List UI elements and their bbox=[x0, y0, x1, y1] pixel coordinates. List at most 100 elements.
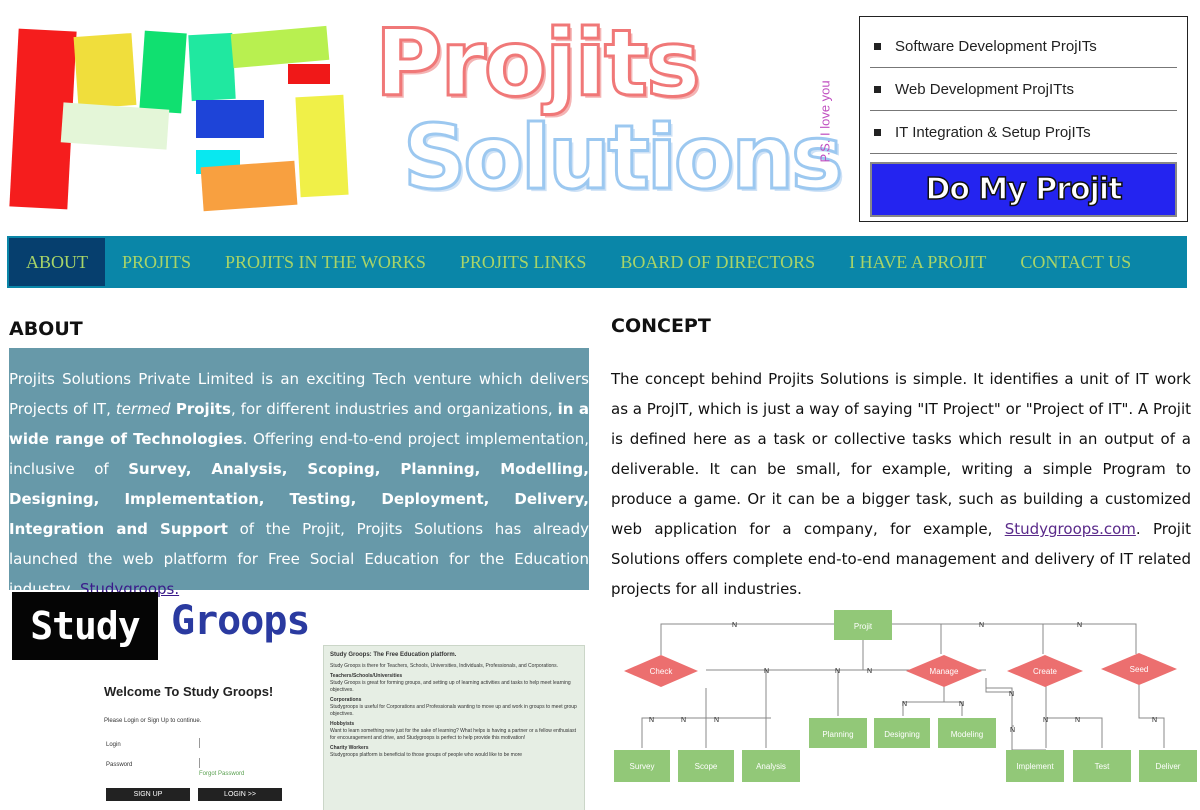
edge-label: N bbox=[1009, 691, 1014, 698]
decision-label: Seed bbox=[1130, 665, 1149, 674]
logo-study-text: Study bbox=[30, 604, 140, 648]
edge-label: N bbox=[681, 717, 686, 724]
sg-login-field[interactable] bbox=[199, 738, 200, 748]
sg-panel-heading: Teachers/Schools/Universities bbox=[330, 673, 403, 679]
tagline-text: P.S. I love you bbox=[817, 80, 833, 163]
menu-item-label: Web Development ProjITts bbox=[895, 80, 1074, 98]
diagram-edge-labels: N N N N N N N N N N N N N N N N bbox=[649, 622, 1157, 734]
decision-create[interactable]: Create bbox=[1007, 655, 1083, 687]
edge-label: N bbox=[649, 717, 654, 724]
logo-block bbox=[139, 30, 187, 114]
task-label: Test bbox=[1095, 762, 1110, 771]
logo-block bbox=[73, 33, 137, 109]
nav-about[interactable]: ABOUT bbox=[9, 238, 105, 286]
do-my-projit-label: Do My Projit bbox=[925, 171, 1124, 208]
menu-item-web[interactable]: Web Development ProjITts bbox=[870, 68, 1177, 111]
decision-check[interactable]: Check bbox=[624, 655, 698, 687]
sg-panel-heading: Hobbyists bbox=[330, 721, 355, 727]
sg-forgot-link[interactable]: Forgot Password bbox=[199, 771, 244, 777]
about-text-termed: termed bbox=[115, 400, 171, 418]
sg-panel-heading: Corporations bbox=[330, 697, 362, 703]
task-label: Analysis bbox=[756, 762, 786, 771]
about-heading: ABOUT bbox=[9, 318, 83, 340]
studygroops-logo-study: Study bbox=[12, 592, 158, 660]
node-label: Projit bbox=[854, 622, 873, 631]
decision-label: Manage bbox=[930, 667, 959, 676]
task-label: Implement bbox=[1016, 762, 1054, 771]
edge-label: N bbox=[959, 701, 964, 708]
decision-seed[interactable]: Seed bbox=[1101, 653, 1177, 685]
task-analysis[interactable]: Analysis bbox=[742, 750, 800, 782]
main-nav: ABOUT PROJITS PROJITS IN THE WORKS PROJI… bbox=[7, 236, 1187, 288]
about-text-part: , for different industries and organizat… bbox=[230, 400, 558, 418]
task-designing[interactable]: Designing bbox=[874, 718, 930, 748]
edge-label: N bbox=[714, 717, 719, 724]
nav-projits[interactable]: PROJITS bbox=[105, 236, 208, 288]
sg-password-label: Password bbox=[106, 762, 133, 768]
site-header: Projits Solutions P.S. I love you Softwa… bbox=[0, 0, 1200, 232]
sg-panel-text: Want to learn something new just for the… bbox=[330, 728, 577, 741]
menu-item-integration[interactable]: IT Integration & Setup ProjITs bbox=[870, 111, 1177, 154]
sg-panel-text: Studygroops is useful for Corporations a… bbox=[330, 704, 577, 717]
sg-panel-text: Studygroops platform is beneficial to th… bbox=[330, 752, 523, 758]
decision-manage[interactable]: Manage bbox=[906, 655, 982, 687]
edge-label: N bbox=[1043, 717, 1048, 724]
sg-panel-title: Study Groops: The Free Education platfor… bbox=[330, 652, 457, 658]
task-test[interactable]: Test bbox=[1073, 750, 1131, 782]
task-label: Survey bbox=[630, 762, 655, 771]
menu-item-software[interactable]: Software Development ProjITs bbox=[870, 25, 1177, 68]
logo-block bbox=[230, 25, 330, 69]
logo-block bbox=[295, 94, 349, 198]
studygroops-com-link[interactable]: Studygroops.com bbox=[1005, 520, 1136, 538]
bullet-icon bbox=[874, 42, 881, 50]
about-text-projits: Projits bbox=[170, 400, 231, 418]
sg-signup-button[interactable]: SIGN UP bbox=[106, 788, 190, 801]
studygroops-screenshot[interactable]: Study Groops Welcome To Study Groops! Pl… bbox=[9, 592, 589, 810]
task-deliver[interactable]: Deliver bbox=[1139, 750, 1197, 782]
edge-label: N bbox=[1077, 622, 1082, 629]
sg-login-button[interactable]: LOGIN >> bbox=[198, 788, 282, 801]
studygroops-logo-groops: Groops bbox=[171, 598, 310, 644]
task-implement[interactable]: Implement bbox=[1006, 750, 1064, 782]
edge-label: N bbox=[732, 622, 737, 629]
nav-board-of-directors[interactable]: BOARD OF DIRECTORS bbox=[603, 236, 832, 288]
logo-block bbox=[60, 102, 170, 150]
sg-panel-text: Study Groops is great for forming groups… bbox=[330, 680, 571, 693]
edge-label: N bbox=[835, 668, 840, 675]
sg-info-panel: Study Groops: The Free Education platfor… bbox=[323, 645, 585, 810]
logo-block bbox=[288, 64, 330, 84]
sg-welcome-title: Welcome To Study Groops! bbox=[104, 684, 274, 699]
bullet-icon bbox=[874, 85, 881, 93]
edge-label: N bbox=[867, 668, 872, 675]
sg-panel-heading: Charity Workers bbox=[330, 745, 369, 751]
menu-item-label: Software Development ProjITs bbox=[895, 37, 1097, 55]
projits-solutions-wordmark[interactable]: Projits Solutions bbox=[374, 9, 845, 220]
nav-projits-in-the-works[interactable]: PROJITS IN THE WORKS bbox=[208, 236, 443, 288]
ps-logo[interactable] bbox=[0, 0, 360, 225]
logo-block bbox=[200, 160, 298, 212]
wordmark-solutions: Solutions bbox=[401, 105, 844, 211]
projit-flow-diagram[interactable]: N N N N N N N N N N N N N N N N Projit C… bbox=[606, 598, 1200, 810]
node-projit[interactable]: Projit bbox=[834, 610, 892, 640]
logo-block bbox=[196, 100, 264, 138]
nav-projits-links[interactable]: PROJITS LINKS bbox=[443, 236, 604, 288]
services-menu: Software Development ProjITs Web Develop… bbox=[859, 16, 1188, 222]
task-survey[interactable]: Survey bbox=[614, 750, 670, 782]
concept-text: The concept behind Projits Solutions is … bbox=[611, 364, 1191, 604]
task-planning[interactable]: Planning bbox=[809, 718, 867, 748]
decision-label: Create bbox=[1033, 667, 1058, 676]
nav-contact-us[interactable]: CONTACT US bbox=[1003, 236, 1148, 288]
task-label: Scope bbox=[695, 762, 718, 771]
task-label: Planning bbox=[822, 730, 853, 739]
bullet-icon bbox=[874, 128, 881, 136]
task-label: Designing bbox=[884, 730, 920, 739]
about-text: Projits Solutions Private Limited is an … bbox=[9, 348, 589, 598]
edge-label: N bbox=[1075, 717, 1080, 724]
edge-label: N bbox=[1010, 727, 1015, 734]
sg-login-label: Login bbox=[106, 742, 121, 748]
task-scope[interactable]: Scope bbox=[678, 750, 734, 782]
do-my-projit-button[interactable]: Do My Projit bbox=[870, 162, 1177, 217]
nav-i-have-a-projit[interactable]: I HAVE A PROJIT bbox=[832, 236, 1003, 288]
task-modeling[interactable]: Modeling bbox=[938, 718, 996, 748]
sg-password-field[interactable] bbox=[199, 758, 200, 768]
